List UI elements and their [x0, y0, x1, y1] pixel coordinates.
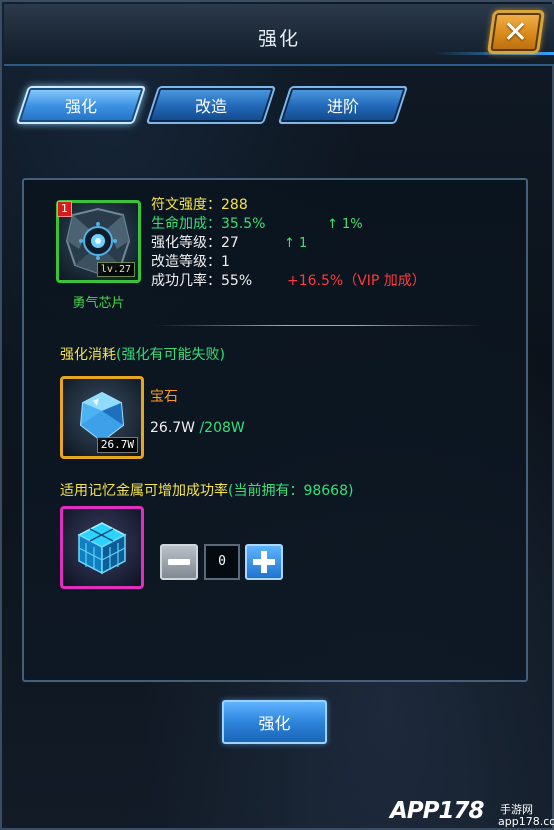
- decrease-button[interactable]: [160, 544, 198, 580]
- minus-icon: [168, 559, 190, 565]
- watermark-url: app178.com: [498, 815, 554, 828]
- memory-metal-slot[interactable]: [60, 506, 144, 589]
- watermark-brand: APP178: [390, 798, 485, 824]
- gem-required: /208W: [199, 420, 245, 436]
- title-bar: 强化: [4, 4, 554, 66]
- item-level: lv.27: [96, 262, 135, 277]
- stat-rune-strength: 符文强度：288: [151, 197, 248, 213]
- gem-amount: 26.7W /208W: [150, 420, 245, 436]
- enhance-panel: 1 lv.27 勇气芯片 符文强度：288 生命加成：35.5% ↑ 1% 强化…: [22, 178, 528, 682]
- plus-icon: [253, 551, 275, 573]
- item-stats: 符文强度：288 生命加成：35.5% ↑ 1% 强化等级：27 ↑ 1 改造等…: [151, 196, 426, 291]
- memory-metal-cube-icon: [77, 522, 127, 575]
- gem-slot[interactable]: 26.7W: [60, 376, 144, 459]
- gem-name: 宝石: [150, 389, 178, 405]
- stat-reform-level: 改造等级：1: [151, 254, 230, 270]
- stat-life-bonus: 生命加成：35.5%: [151, 216, 266, 232]
- gem-owned: 26.7W: [150, 420, 196, 436]
- boost-title: 适用记忆金属可增加成功率: [60, 483, 228, 499]
- enhance-button[interactable]: 强化: [222, 700, 327, 744]
- tab-advance[interactable]: 进阶: [277, 86, 409, 124]
- quantity-input[interactable]: 0: [204, 544, 240, 580]
- stat-life-bonus-increase: ↑ 1%: [327, 217, 363, 232]
- tab-enhance-label: 强化: [64, 97, 97, 116]
- tab-enhance[interactable]: 强化: [15, 86, 147, 124]
- boost-section-title: 适用记忆金属可增加成功率(当前拥有：98668): [60, 480, 353, 500]
- tab-advance-label: 进阶: [326, 97, 359, 116]
- close-icon: ✕: [503, 14, 529, 50]
- item-name: 勇气芯片: [72, 296, 125, 311]
- stat-enhance-level: 强化等级：27: [151, 235, 239, 251]
- close-button[interactable]: ✕: [486, 10, 546, 54]
- dialog-title: 强化: [257, 28, 300, 50]
- increase-button[interactable]: [245, 544, 283, 580]
- stat-enhance-level-increase: ↑ 1: [284, 236, 308, 251]
- boost-owned: (当前拥有：98668): [228, 483, 354, 499]
- tab-reform-label: 改造: [194, 97, 227, 116]
- stat-success-row: 成功几率：55% +16.5%（VIP 加成）: [151, 272, 426, 291]
- cost-section-title: 强化消耗(强化有可能失败): [60, 344, 225, 364]
- tab-reform[interactable]: 改造: [145, 86, 277, 124]
- gem-quantity: 26.7W: [96, 437, 138, 453]
- cost-title: 强化消耗: [60, 347, 116, 363]
- section-divider: [154, 325, 484, 326]
- watermark: APP178 手游网 app178.com: [390, 798, 554, 828]
- item-slot[interactable]: 1 lv.27: [56, 200, 141, 283]
- stat-vip-bonus: +16.5%（VIP 加成）: [287, 273, 426, 289]
- stat-enhance-level-row: 强化等级：27 ↑ 1: [151, 234, 307, 253]
- cost-note: (强化有可能失败): [116, 347, 225, 363]
- dialog-frame: 强化 ✕ 强化 改造 进阶 1 lv.27 勇气芯片 符文强度：288 生命加成…: [0, 0, 554, 830]
- stat-life-bonus-row: 生命加成：35.5% ↑ 1%: [151, 215, 363, 234]
- stat-success-rate: 成功几率：55%: [151, 273, 253, 289]
